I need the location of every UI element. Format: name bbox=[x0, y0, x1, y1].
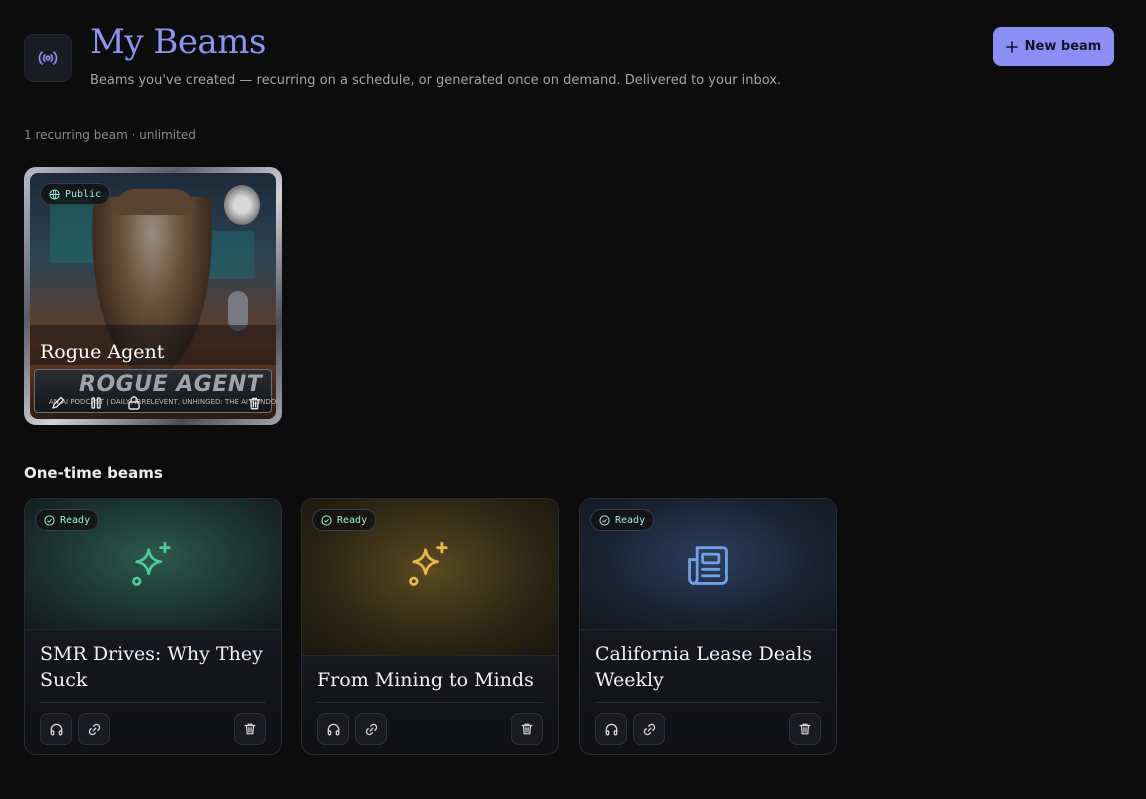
status-badge: Ready bbox=[590, 509, 655, 531]
new-beam-label: New beam bbox=[1024, 39, 1102, 54]
beam-title: Rogue Agent bbox=[40, 341, 165, 363]
link-icon bbox=[365, 723, 377, 735]
page-subtitle: Beams you've created — recurring on a sc… bbox=[90, 73, 782, 88]
recurring-beam-card[interactable]: Public Rogue Agent ROGUE AGENT AN AI POD… bbox=[24, 167, 282, 425]
broadcast-icon bbox=[24, 34, 72, 82]
delete-button[interactable] bbox=[234, 713, 266, 745]
newspaper-icon bbox=[688, 546, 728, 585]
recurring-count: 1 recurring beam · unlimited bbox=[24, 128, 196, 142]
lock-button[interactable] bbox=[118, 387, 150, 419]
sparkles-icon bbox=[409, 541, 448, 586]
listen-button[interactable] bbox=[40, 713, 72, 745]
section-title: One-time beams bbox=[24, 464, 163, 482]
pause-icon bbox=[91, 397, 101, 409]
status-badge: Ready bbox=[35, 509, 100, 531]
pencil-icon bbox=[52, 396, 65, 409]
beam-title: From Mining to Minds bbox=[317, 669, 534, 691]
trash-icon bbox=[799, 723, 811, 735]
podcast-cover-art: Public Rogue Agent ROGUE AGENT AN AI POD… bbox=[30, 173, 276, 419]
edit-button[interactable] bbox=[42, 387, 74, 419]
headphones-icon bbox=[50, 723, 62, 735]
link-icon bbox=[88, 723, 100, 735]
badge-label: Public bbox=[65, 188, 102, 200]
globe-icon bbox=[49, 188, 60, 200]
delete-button[interactable] bbox=[511, 713, 543, 745]
check-circle-icon bbox=[599, 514, 610, 526]
copy-link-button[interactable] bbox=[78, 713, 110, 745]
headphones-icon bbox=[605, 723, 617, 735]
trash-icon bbox=[248, 397, 260, 409]
badge-label: Ready bbox=[60, 514, 91, 526]
check-circle-icon bbox=[44, 514, 55, 526]
listen-button[interactable] bbox=[595, 713, 627, 745]
lock-icon bbox=[128, 396, 140, 410]
delete-button[interactable] bbox=[238, 387, 270, 419]
beam-title: SMR Drives: Why They Suck bbox=[40, 643, 263, 691]
trash-icon bbox=[521, 723, 533, 735]
trash-icon bbox=[244, 723, 256, 735]
one-time-beam-card[interactable]: Ready SMR Drives: Why They Suck bbox=[24, 498, 282, 755]
page-title: My Beams bbox=[90, 22, 266, 62]
copy-link-button[interactable] bbox=[633, 713, 665, 745]
badge-label: Ready bbox=[615, 514, 646, 526]
beam-title: California Lease Deals Weekly bbox=[595, 643, 813, 691]
new-beam-button[interactable]: New beam bbox=[993, 27, 1114, 66]
headphones-icon bbox=[327, 723, 339, 735]
plus-icon bbox=[1005, 40, 1018, 53]
one-time-beam-card[interactable]: Ready From Mining to Minds bbox=[301, 498, 559, 755]
skull-headphones-icon bbox=[224, 185, 260, 225]
delete-button[interactable] bbox=[789, 713, 821, 745]
sparkles-icon bbox=[132, 541, 171, 586]
badge-label: Ready bbox=[337, 514, 368, 526]
status-badge: Ready bbox=[312, 509, 377, 531]
one-time-beam-card[interactable]: Ready California Lease Deals Weekly bbox=[579, 498, 837, 755]
visibility-badge: Public bbox=[40, 183, 111, 205]
pause-button[interactable] bbox=[80, 387, 112, 419]
check-circle-icon bbox=[321, 514, 332, 526]
copy-link-button[interactable] bbox=[355, 713, 387, 745]
link-icon bbox=[643, 723, 655, 735]
listen-button[interactable] bbox=[317, 713, 349, 745]
